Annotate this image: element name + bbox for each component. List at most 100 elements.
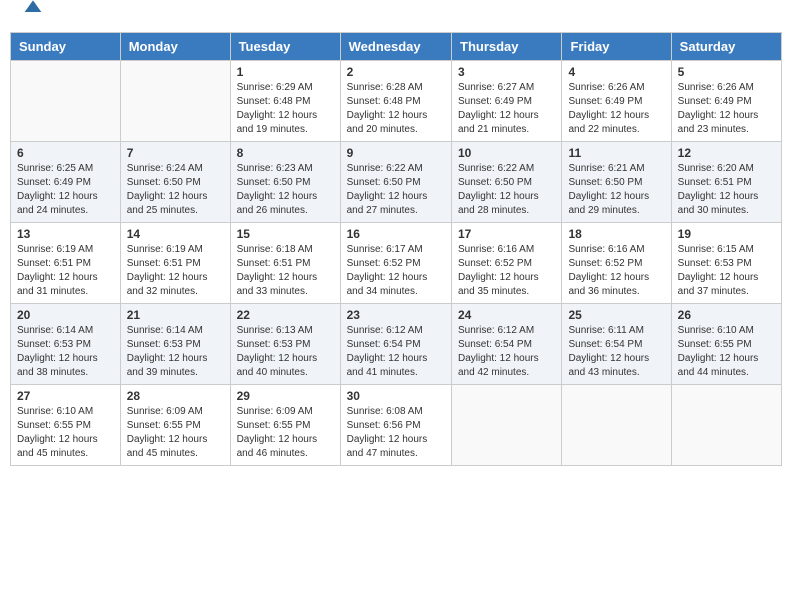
calendar-cell: 7 Sunrise: 6:24 AM Sunset: 6:50 PM Daylig… [120,142,230,223]
day-number: 30 [347,389,445,403]
calendar-cell: 13 Sunrise: 6:19 AM Sunset: 6:51 PM Dayli… [11,223,121,304]
day-info: Sunrise: 6:27 AM Sunset: 6:49 PM Dayligh… [458,81,555,137]
day-info: Sunrise: 6:10 AM Sunset: 6:55 PM Dayligh… [678,324,775,380]
day-info: Sunrise: 6:16 AM Sunset: 6:52 PM Dayligh… [458,243,555,299]
calendar-cell: 26 Sunrise: 6:10 AM Sunset: 6:55 PM Dayli… [671,304,781,385]
day-info: Sunrise: 6:16 AM Sunset: 6:52 PM Dayligh… [568,243,664,299]
weekday-header-sunday: Sunday [11,33,121,61]
day-number: 21 [127,308,224,322]
day-number: 23 [347,308,445,322]
day-number: 11 [568,146,664,160]
weekday-header-friday: Friday [562,33,671,61]
calendar-cell: 25 Sunrise: 6:11 AM Sunset: 6:54 PM Dayli… [562,304,671,385]
calendar-cell: 8 Sunrise: 6:23 AM Sunset: 6:50 PM Daylig… [230,142,340,223]
day-info: Sunrise: 6:18 AM Sunset: 6:51 PM Dayligh… [237,243,334,299]
day-info: Sunrise: 6:12 AM Sunset: 6:54 PM Dayligh… [458,324,555,380]
day-info: Sunrise: 6:12 AM Sunset: 6:54 PM Dayligh… [347,324,445,380]
day-number: 8 [237,146,334,160]
day-info: Sunrise: 6:23 AM Sunset: 6:50 PM Dayligh… [237,162,334,218]
calendar-table: SundayMondayTuesdayWednesdayThursdayFrid… [10,32,782,466]
calendar-week-row: 1 Sunrise: 6:29 AM Sunset: 6:48 PM Daylig… [11,61,782,142]
calendar-cell: 3 Sunrise: 6:27 AM Sunset: 6:49 PM Daylig… [452,61,562,142]
day-info: Sunrise: 6:24 AM Sunset: 6:50 PM Dayligh… [127,162,224,218]
day-number: 19 [678,227,775,241]
day-info: Sunrise: 6:08 AM Sunset: 6:56 PM Dayligh… [347,405,445,461]
calendar-header-row: SundayMondayTuesdayWednesdayThursdayFrid… [11,33,782,61]
day-number: 3 [458,65,555,79]
day-info: Sunrise: 6:29 AM Sunset: 6:48 PM Dayligh… [237,81,334,137]
calendar-cell [562,385,671,466]
day-number: 20 [17,308,114,322]
day-info: Sunrise: 6:19 AM Sunset: 6:51 PM Dayligh… [17,243,114,299]
calendar-week-row: 27Sunrise: 6:10 AM Sunset: 6:55 PM Dayli… [11,385,782,466]
calendar-cell: 22 Sunrise: 6:13 AM Sunset: 6:53 PM Dayli… [230,304,340,385]
day-number: 5 [678,65,775,79]
day-info: Sunrise: 6:15 AM Sunset: 6:53 PM Dayligh… [678,243,775,299]
day-number: 18 [568,227,664,241]
calendar-cell: 28 Sunrise: 6:09 AM Sunset: 6:55 PM Dayli… [120,385,230,466]
day-number: 28 [127,389,224,403]
calendar-cell: 20 Sunrise: 6:14 AM Sunset: 6:53 PM Dayli… [11,304,121,385]
calendar-week-row: 20 Sunrise: 6:14 AM Sunset: 6:53 PM Dayli… [11,304,782,385]
calendar-cell: 10 Sunrise: 6:22 AM Sunset: 6:50 PM Dayli… [452,142,562,223]
day-info: Sunrise: 6:14 AM Sunset: 6:53 PM Dayligh… [127,324,224,380]
calendar-cell [452,385,562,466]
calendar-cell: 14Sunrise: 6:19 AM Sunset: 6:51 PM Dayli… [120,223,230,304]
day-info: Sunrise: 6:26 AM Sunset: 6:49 PM Dayligh… [568,81,664,137]
calendar-cell: 4 Sunrise: 6:26 AM Sunset: 6:49 PM Daylig… [562,61,671,142]
calendar-week-row: 6 Sunrise: 6:25 AM Sunset: 6:49 PM Daylig… [11,142,782,223]
day-number: 7 [127,146,224,160]
calendar-cell: 21 Sunrise: 6:14 AM Sunset: 6:53 PM Dayli… [120,304,230,385]
day-info: Sunrise: 6:28 AM Sunset: 6:48 PM Dayligh… [347,81,445,137]
day-info: Sunrise: 6:09 AM Sunset: 6:55 PM Dayligh… [127,405,224,461]
page-header [10,10,782,22]
day-info: Sunrise: 6:09 AM Sunset: 6:55 PM Dayligh… [237,405,334,461]
calendar-cell: 16 Sunrise: 6:17 AM Sunset: 6:52 PM Dayli… [340,223,451,304]
calendar-cell: 29 Sunrise: 6:09 AM Sunset: 6:55 PM Dayli… [230,385,340,466]
weekday-header-saturday: Saturday [671,33,781,61]
calendar-cell: 17 Sunrise: 6:16 AM Sunset: 6:52 PM Dayli… [452,223,562,304]
day-info: Sunrise: 6:25 AM Sunset: 6:49 PM Dayligh… [17,162,114,218]
calendar-cell: 27Sunrise: 6:10 AM Sunset: 6:55 PM Dayli… [11,385,121,466]
day-number: 14 [127,227,224,241]
day-number: 12 [678,146,775,160]
weekday-header-monday: Monday [120,33,230,61]
calendar-cell: 24 Sunrise: 6:12 AM Sunset: 6:54 PM Dayli… [452,304,562,385]
day-number: 6 [17,146,114,160]
day-info: Sunrise: 6:13 AM Sunset: 6:53 PM Dayligh… [237,324,334,380]
day-info: Sunrise: 6:17 AM Sunset: 6:52 PM Dayligh… [347,243,445,299]
calendar-cell: 30 Sunrise: 6:08 AM Sunset: 6:56 PM Dayli… [340,385,451,466]
day-number: 1 [237,65,334,79]
day-info: Sunrise: 6:14 AM Sunset: 6:53 PM Dayligh… [17,324,114,380]
weekday-header-thursday: Thursday [452,33,562,61]
day-number: 26 [678,308,775,322]
day-info: Sunrise: 6:22 AM Sunset: 6:50 PM Dayligh… [458,162,555,218]
day-info: Sunrise: 6:21 AM Sunset: 6:50 PM Dayligh… [568,162,664,218]
day-number: 27 [17,389,114,403]
day-number: 17 [458,227,555,241]
day-number: 29 [237,389,334,403]
day-number: 15 [237,227,334,241]
calendar-cell [11,61,121,142]
day-number: 10 [458,146,555,160]
weekday-header-wednesday: Wednesday [340,33,451,61]
day-number: 4 [568,65,664,79]
calendar-cell: 18 Sunrise: 6:16 AM Sunset: 6:52 PM Dayli… [562,223,671,304]
calendar-week-row: 13 Sunrise: 6:19 AM Sunset: 6:51 PM Dayli… [11,223,782,304]
day-number: 2 [347,65,445,79]
day-info: Sunrise: 6:26 AM Sunset: 6:49 PM Dayligh… [678,81,775,137]
calendar-cell: 5 Sunrise: 6:26 AM Sunset: 6:49 PM Daylig… [671,61,781,142]
day-number: 22 [237,308,334,322]
logo-icon [23,0,43,17]
day-number: 16 [347,227,445,241]
day-number: 13 [17,227,114,241]
day-number: 9 [347,146,445,160]
calendar-cell: 15 Sunrise: 6:18 AM Sunset: 6:51 PM Dayli… [230,223,340,304]
calendar-cell [120,61,230,142]
day-number: 25 [568,308,664,322]
day-info: Sunrise: 6:11 AM Sunset: 6:54 PM Dayligh… [568,324,664,380]
weekday-header-tuesday: Tuesday [230,33,340,61]
calendar-cell: 6 Sunrise: 6:25 AM Sunset: 6:49 PM Daylig… [11,142,121,223]
calendar-cell: 1 Sunrise: 6:29 AM Sunset: 6:48 PM Daylig… [230,61,340,142]
day-number: 24 [458,308,555,322]
